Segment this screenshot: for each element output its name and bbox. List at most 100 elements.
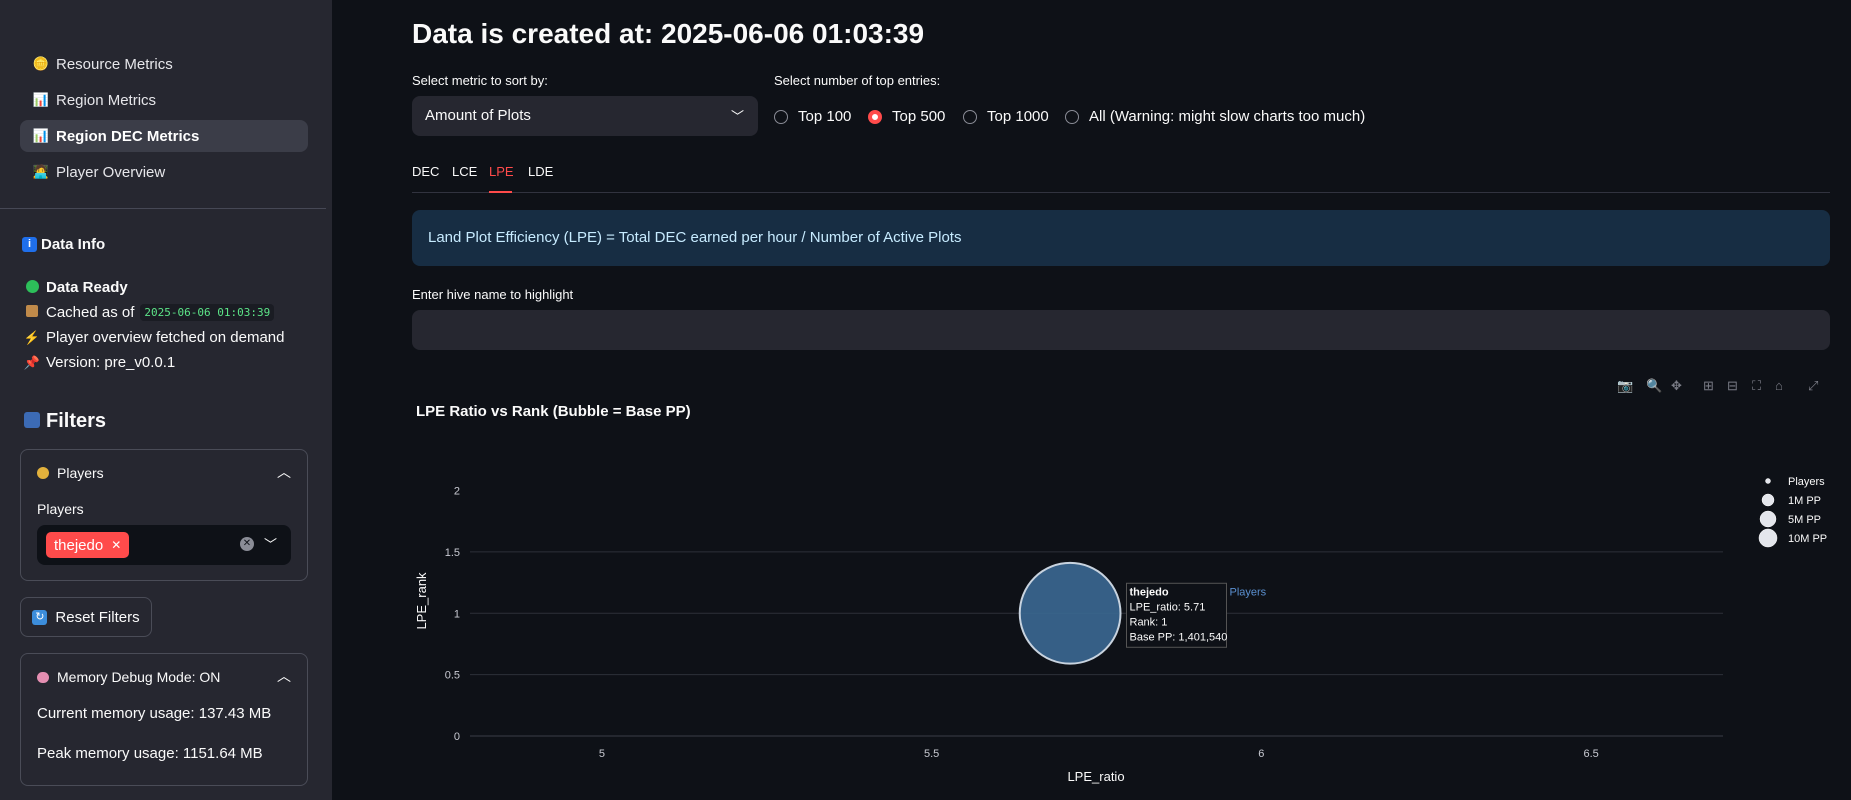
x-tick-label: 6.5: [1583, 748, 1598, 760]
hive-label: Enter hive name to highlight: [412, 287, 574, 302]
info-box: Land Plot Efficiency (LPE) = Total DEC e…: [412, 210, 1830, 266]
home-icon[interactable]: ⌂: [1775, 378, 1783, 393]
legend-label: 10M PP: [1788, 533, 1827, 545]
coin-icon: 🪙: [32, 56, 50, 71]
info-text: Land Plot Efficiency (LPE) = Total DEC e…: [428, 229, 962, 246]
peak-memory: Peak memory usage: 1151.64 MB: [37, 745, 263, 762]
x-tick-label: 5: [599, 748, 605, 760]
pan-icon[interactable]: ✥: [1671, 378, 1682, 394]
tab-underline: [412, 192, 1830, 193]
page-title: Data is created at: 2025-06-06 01:03:39: [412, 18, 925, 49]
radio-dot: [774, 109, 788, 124]
chevron-up-icon[interactable]: ︿: [277, 666, 291, 686]
legend-label: 1M PP: [1788, 495, 1821, 507]
tab-lce[interactable]: LCE: [452, 164, 477, 179]
nav-region-dec-metrics[interactable]: 📊 Region DEC Metrics: [20, 120, 308, 152]
person-icon: 🧑‍💻: [32, 164, 50, 179]
chevron-down-icon: ﹀: [730, 109, 744, 124]
y-tick-label: 1.5: [445, 547, 460, 559]
hover-series-label: Players: [1230, 586, 1267, 598]
hover-line: LPE_ratio: 5.71: [1130, 601, 1206, 613]
players-panel-header[interactable]: Players: [37, 465, 104, 481]
player-tag[interactable]: thejedo ✕: [46, 532, 130, 558]
radio-all[interactable]: All (Warning: might slow charts too much…: [1065, 108, 1365, 125]
active-tab-indicator: [489, 191, 512, 193]
brain-icon: [37, 671, 49, 683]
reset-filters-label: Reset Filters: [55, 608, 140, 626]
memory-panel-header[interactable]: Memory Debug Mode: ON: [37, 669, 220, 685]
hive-input[interactable]: [412, 310, 1830, 350]
radio-top-1000[interactable]: Top 1000: [963, 108, 1049, 125]
data-info-heading: i Data Info: [22, 236, 105, 253]
memory-panel-title: Memory Debug Mode: ON: [57, 669, 221, 685]
data-ready-status: Data Ready: [22, 279, 128, 296]
legend-marker: [1765, 478, 1771, 484]
info-icon: i: [22, 237, 37, 252]
players-panel-title: Players: [57, 465, 104, 481]
radio-dot-selected: [868, 109, 882, 124]
chevron-down-icon[interactable]: ﹀: [264, 534, 277, 553]
zoom-in-icon[interactable]: ⊞: [1703, 378, 1714, 394]
legend-label: Players: [1788, 476, 1825, 488]
players-multiselect[interactable]: thejedo ✕ ✕ ﹀: [37, 525, 291, 565]
person-icon: [37, 467, 49, 479]
radio-dot: [963, 109, 977, 124]
hover-line: Rank: 1: [1130, 616, 1168, 628]
sidebar-divider: [0, 208, 326, 209]
players-filter-panel: Players ︿ Players thejedo ✕ ✕ ﹀: [20, 449, 308, 581]
nav-label: Resource Metrics: [56, 55, 173, 73]
memory-debug-panel: Memory Debug Mode: ON ︿ Current memory u…: [20, 653, 308, 786]
legend-label: 5M PP: [1788, 514, 1821, 526]
y-tick-label: 2: [454, 486, 460, 498]
reset-filters-button[interactable]: ↻ Reset Filters: [20, 597, 152, 637]
hover-tooltip: [1126, 582, 1228, 648]
y-axis-label: LPE_rank: [414, 572, 429, 630]
fetch-note: ⚡ Player overview fetched on demand: [23, 329, 285, 346]
bubble-point: [1018, 561, 1122, 665]
tab-dec[interactable]: DEC: [412, 164, 439, 179]
control-knobs-icon: [22, 412, 42, 431]
sort-select-value: Amount of Plots: [425, 107, 531, 124]
legend-marker: [1758, 528, 1778, 548]
clear-all-icon[interactable]: ✕: [240, 537, 254, 551]
y-tick-label: 0: [454, 731, 460, 743]
refresh-icon: ↻: [32, 609, 48, 625]
nav-label: Region DEC Metrics: [56, 127, 200, 145]
legend-marker: [1759, 510, 1777, 528]
radio-top-100[interactable]: Top 100: [774, 108, 851, 125]
nav-label: Player Overview: [56, 163, 166, 181]
radio-top-500[interactable]: Top 500: [868, 108, 945, 125]
current-memory: Current memory usage: 137.43 MB: [37, 705, 272, 722]
chart-title: LPE Ratio vs Rank (Bubble = Base PP): [416, 403, 691, 420]
x-axis-label: LPE_ratio: [1067, 769, 1124, 784]
cached-as-of: Cached as of 2025-06-06 01:03:39: [22, 304, 275, 321]
legend-marker: [1761, 493, 1775, 507]
cached-timestamp: 2025-06-06 01:03:39: [140, 304, 275, 321]
autoscale-icon[interactable]: ⛶: [1752, 378, 1761, 394]
sort-metric-select[interactable]: Amount of Plots ﹀: [412, 96, 758, 136]
chevron-up-icon[interactable]: ︿: [277, 462, 291, 482]
filters-heading: Filters: [22, 410, 106, 433]
players-label: Players: [37, 501, 84, 517]
hover-name: thejedo: [1130, 586, 1169, 598]
zoom-icon[interactable]: 🔍: [1646, 378, 1662, 394]
sidebar: 🪙 Resource Metrics 📊 Region Metrics 📊 Re…: [0, 0, 332, 800]
pushpin-icon: 📌: [23, 354, 41, 370]
y-tick-label: 0.5: [445, 670, 460, 682]
fullscreen-icon[interactable]: ⤢: [1808, 378, 1818, 394]
x-tick-label: 6: [1258, 748, 1264, 760]
camera-icon[interactable]: 📷: [1617, 378, 1633, 394]
nav-resource-metrics[interactable]: 🪙 Resource Metrics: [20, 48, 308, 80]
x-tick-label: 5.5: [924, 748, 939, 760]
tab-lde[interactable]: LDE: [528, 164, 553, 179]
package-icon: [22, 305, 42, 320]
hover-line: Base PP: 1,401,540: [1130, 631, 1228, 643]
tab-lpe[interactable]: LPE: [489, 164, 514, 179]
zoom-out-icon[interactable]: ⊟: [1727, 378, 1738, 394]
nav-player-overview[interactable]: 🧑‍💻 Player Overview: [20, 156, 308, 188]
top-entries-label: Select number of top entries:: [774, 73, 941, 88]
player-tag-label: thejedo: [54, 536, 104, 554]
nav-region-metrics[interactable]: 📊 Region Metrics: [20, 84, 308, 116]
green-circle-icon: [22, 279, 42, 296]
remove-tag-icon[interactable]: ✕: [111, 538, 121, 552]
